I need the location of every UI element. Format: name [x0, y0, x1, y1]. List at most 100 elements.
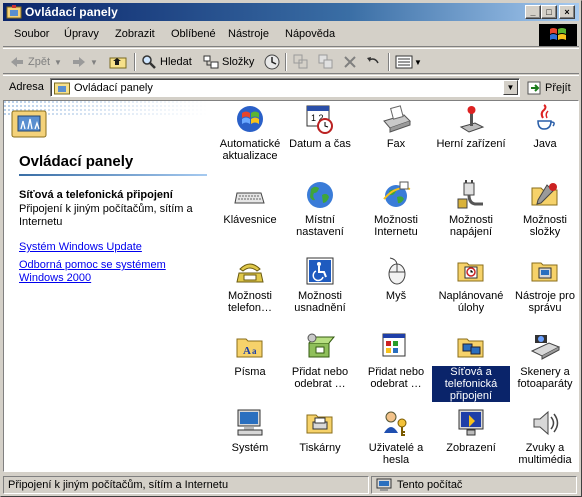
windows-update-link[interactable]: Systém Windows Update: [19, 241, 142, 253]
control-panel-item[interactable]: Herní zařízení: [432, 103, 510, 150]
control-panel-item-label: Místní nastavení: [296, 214, 344, 238]
control-panel-item[interactable]: Aa Písma: [211, 331, 289, 378]
left-pane-banner: [4, 101, 209, 138]
menu-view[interactable]: Zobrazit: [115, 28, 155, 40]
control-panel-item-label: Skenery a fotoaparáty: [517, 366, 573, 390]
control-panel-item-label: Myš: [385, 290, 407, 302]
telephone-icon: [236, 263, 264, 283]
control-panel-item[interactable]: Síťová a telefonická připojení: [432, 331, 510, 402]
add-remove-programs-icon: [307, 333, 336, 358]
menu-help[interactable]: Nápověda: [285, 28, 335, 40]
menu-file[interactable]: Soubor: [14, 28, 49, 40]
control-panel-item[interactable]: Zvuky a multimédia: [506, 407, 578, 466]
svg-text:A: A: [243, 345, 251, 357]
forward-dropdown-icon[interactable]: ▼: [90, 58, 98, 67]
history-icon: [264, 54, 280, 70]
history-button[interactable]: [263, 53, 281, 71]
menu-tools[interactable]: Nástroje: [228, 28, 269, 40]
control-panel-item[interactable]: Fax: [357, 103, 435, 150]
address-dropdown-button[interactable]: ▼: [503, 80, 518, 95]
back-dropdown-icon[interactable]: ▼: [54, 58, 62, 67]
move-to-button[interactable]: [293, 53, 309, 71]
control-panel-item-label: Zvuky a multimédia: [518, 442, 572, 466]
close-button[interactable]: ×: [559, 5, 575, 19]
control-panel-item[interactable]: Skenery a fotoaparáty: [506, 331, 578, 390]
control-panel-item-label: Písma: [234, 366, 266, 378]
maximize-button[interactable]: □: [541, 5, 557, 19]
folders-button[interactable]: Složky: [203, 53, 254, 71]
admin-tools-icon: [531, 262, 558, 282]
control-panel-item-label: Nástroje pro správu: [515, 290, 575, 314]
copy-to-button[interactable]: [318, 53, 334, 71]
toolbar: Zpět ▼ ▼ Hledat Složky ▼: [3, 48, 579, 74]
status-zone-text: Tento počítač: [397, 479, 463, 491]
my-computer-icon: [376, 478, 392, 491]
keyboard-icon: [234, 192, 265, 204]
forward-button[interactable]: ▼: [71, 53, 98, 71]
control-panel-item[interactable]: 1 2 Datum a čas: [281, 103, 359, 150]
go-arrow-icon: [527, 81, 541, 94]
control-panel-item[interactable]: Přidat nebo odebrat …: [281, 331, 359, 390]
control-panel-item[interactable]: Automatické aktualizace: [211, 103, 289, 162]
control-panel-item[interactable]: Naplánované úlohy: [432, 255, 510, 314]
search-button[interactable]: Hledat: [141, 53, 192, 71]
delete-button[interactable]: [343, 53, 357, 71]
folder-options-icon: [531, 183, 558, 206]
control-panel-item[interactable]: Tiskárny: [281, 407, 359, 454]
address-field[interactable]: Ovládací panely ▼: [50, 78, 520, 97]
menu-bar: Soubor Úpravy Zobrazit Oblíbené Nástroje…: [3, 23, 579, 47]
calendar-clock-icon: 1 2: [306, 105, 333, 134]
control-panel-item-label: Přidat nebo odebrat …: [291, 366, 349, 390]
add-remove-hardware-icon: [382, 333, 406, 357]
control-panel-item[interactable]: Zobrazení: [432, 407, 510, 454]
java-cup-icon: [537, 104, 555, 130]
control-panel-item-label: Herní zařízení: [436, 138, 506, 150]
control-panel-item-label: Zobrazení: [446, 442, 496, 454]
windows-support-link[interactable]: Odborná pomoc se systémem Windows 2000: [19, 259, 211, 285]
users-keys-icon: [384, 411, 407, 436]
forward-arrow-icon: [73, 57, 85, 67]
control-panel-item[interactable]: Java: [506, 103, 578, 150]
control-panel-item-label: Možnosti usnadnění: [294, 290, 346, 314]
joystick-icon: [459, 106, 485, 133]
back-arrow-icon: [11, 57, 23, 67]
delete-x-icon: [344, 56, 356, 68]
control-panel-item[interactable]: Myš: [357, 255, 435, 302]
control-panel-item[interactable]: Klávesnice: [211, 179, 289, 226]
control-panel-item[interactable]: Uživatelé a hesla: [357, 407, 435, 466]
views-dropdown-icon[interactable]: ▼: [414, 58, 422, 67]
selected-item-description: Připojení k jiným počítačům, sítím a Int…: [19, 203, 193, 228]
power-plug-icon: [457, 180, 483, 209]
views-icon: [395, 55, 413, 69]
control-panel-item[interactable]: Možnosti telefon…: [211, 255, 289, 314]
toolbar-separator: [285, 53, 287, 71]
status-text-panel: Připojení k jiným počítačům, sítím a Int…: [3, 476, 369, 494]
control-panel-item[interactable]: Možnosti napájení: [432, 179, 510, 238]
control-panel-item[interactable]: Možnosti složky: [506, 179, 578, 238]
selected-item-name: Síťová a telefonická připojení: [19, 189, 173, 201]
up-folder-button[interactable]: [109, 53, 127, 71]
menu-edit[interactable]: Úpravy: [64, 28, 99, 40]
left-pane-divider: [19, 174, 207, 176]
control-panel-item[interactable]: Nástroje pro správu: [506, 255, 578, 314]
control-panel-item[interactable]: Přidat nebo odebrat …: [357, 331, 435, 390]
go-button[interactable]: Přejít: [527, 78, 571, 97]
address-bar: Adresa Ovládací panely ▼ Přejít: [3, 75, 579, 99]
minimize-button[interactable]: _: [525, 5, 541, 19]
content-area: Ovládací panely Síťová a telefonická při…: [3, 100, 579, 472]
control-panel-item[interactable]: Možnosti Internetu: [357, 179, 435, 238]
control-panel-item-label: Klávesnice: [223, 214, 277, 226]
undo-button[interactable]: [365, 53, 381, 71]
menu-favorites[interactable]: Oblíbené: [171, 28, 216, 40]
control-panel-item[interactable]: Možnosti usnadnění: [281, 255, 359, 314]
title-bar[interactable]: Ovládací panely _ □ ×: [3, 3, 579, 21]
control-panel-item[interactable]: Místní nastavení: [281, 179, 359, 238]
windows-logo: [539, 24, 577, 46]
control-panel-item[interactable]: Systém: [211, 407, 289, 454]
views-button[interactable]: ▼: [395, 53, 422, 71]
back-button[interactable]: Zpět ▼: [9, 53, 62, 71]
up-folder-icon: [109, 57, 127, 69]
control-panel-icon: [6, 4, 22, 20]
fonts-folder-icon: Aa: [236, 338, 263, 358]
control-panel-window: Ovládací panely _ □ × Soubor Úpravy Zobr…: [0, 0, 582, 497]
